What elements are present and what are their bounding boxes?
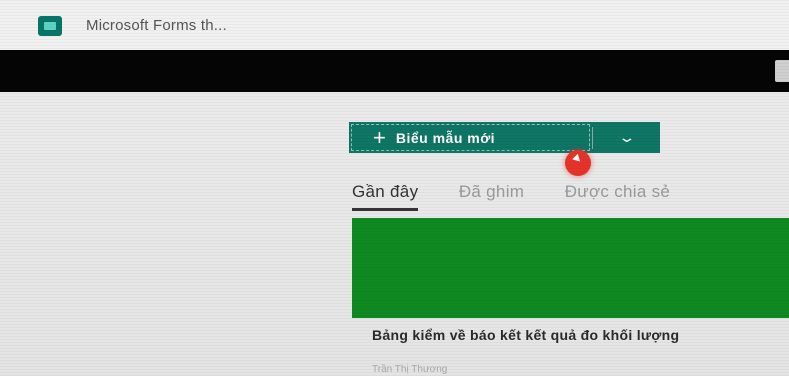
- form-card[interactable]: Bảng kiểm về báo kết kết quả đo khối lượ…: [352, 218, 789, 376]
- form-card-title: Bảng kiểm về báo kết kết quả đo khối lượ…: [372, 327, 680, 343]
- form-card-owner: Trần Thị Thương: [372, 364, 448, 375]
- form-card-thumbnail: [352, 218, 789, 318]
- tab-pinned[interactable]: Đã ghim: [459, 182, 524, 208]
- cursor-arrow-icon: [572, 153, 583, 165]
- title-bar: Microsoft Forms th...: [0, 0, 789, 50]
- plus-icon: +: [373, 124, 386, 150]
- tab-recent[interactable]: Gần đây: [352, 182, 419, 211]
- black-bar: [0, 50, 789, 92]
- new-form-dropdown-button[interactable]: ⌄: [593, 122, 660, 153]
- mouse-cursor: [565, 150, 591, 176]
- window-title: Microsoft Forms th...: [86, 17, 227, 34]
- new-form-button[interactable]: + Biểu mẫu mới: [349, 122, 592, 153]
- new-form-split-button: + Biểu mẫu mới ⌄: [349, 122, 660, 153]
- new-form-label: Biểu mẫu mới: [395, 129, 496, 146]
- forms-icon: [38, 16, 62, 36]
- chevron-down-icon: ⌄: [617, 129, 636, 145]
- tab-shared[interactable]: Được chia sẻ: [565, 182, 671, 208]
- forms-app-window: Microsoft Forms th... + Biểu mẫu mới ⌄ G…: [0, 0, 789, 376]
- tab-list: Gần đây Đã ghim Được chia sẻ: [352, 182, 789, 212]
- scroll-tab[interactable]: [775, 60, 789, 82]
